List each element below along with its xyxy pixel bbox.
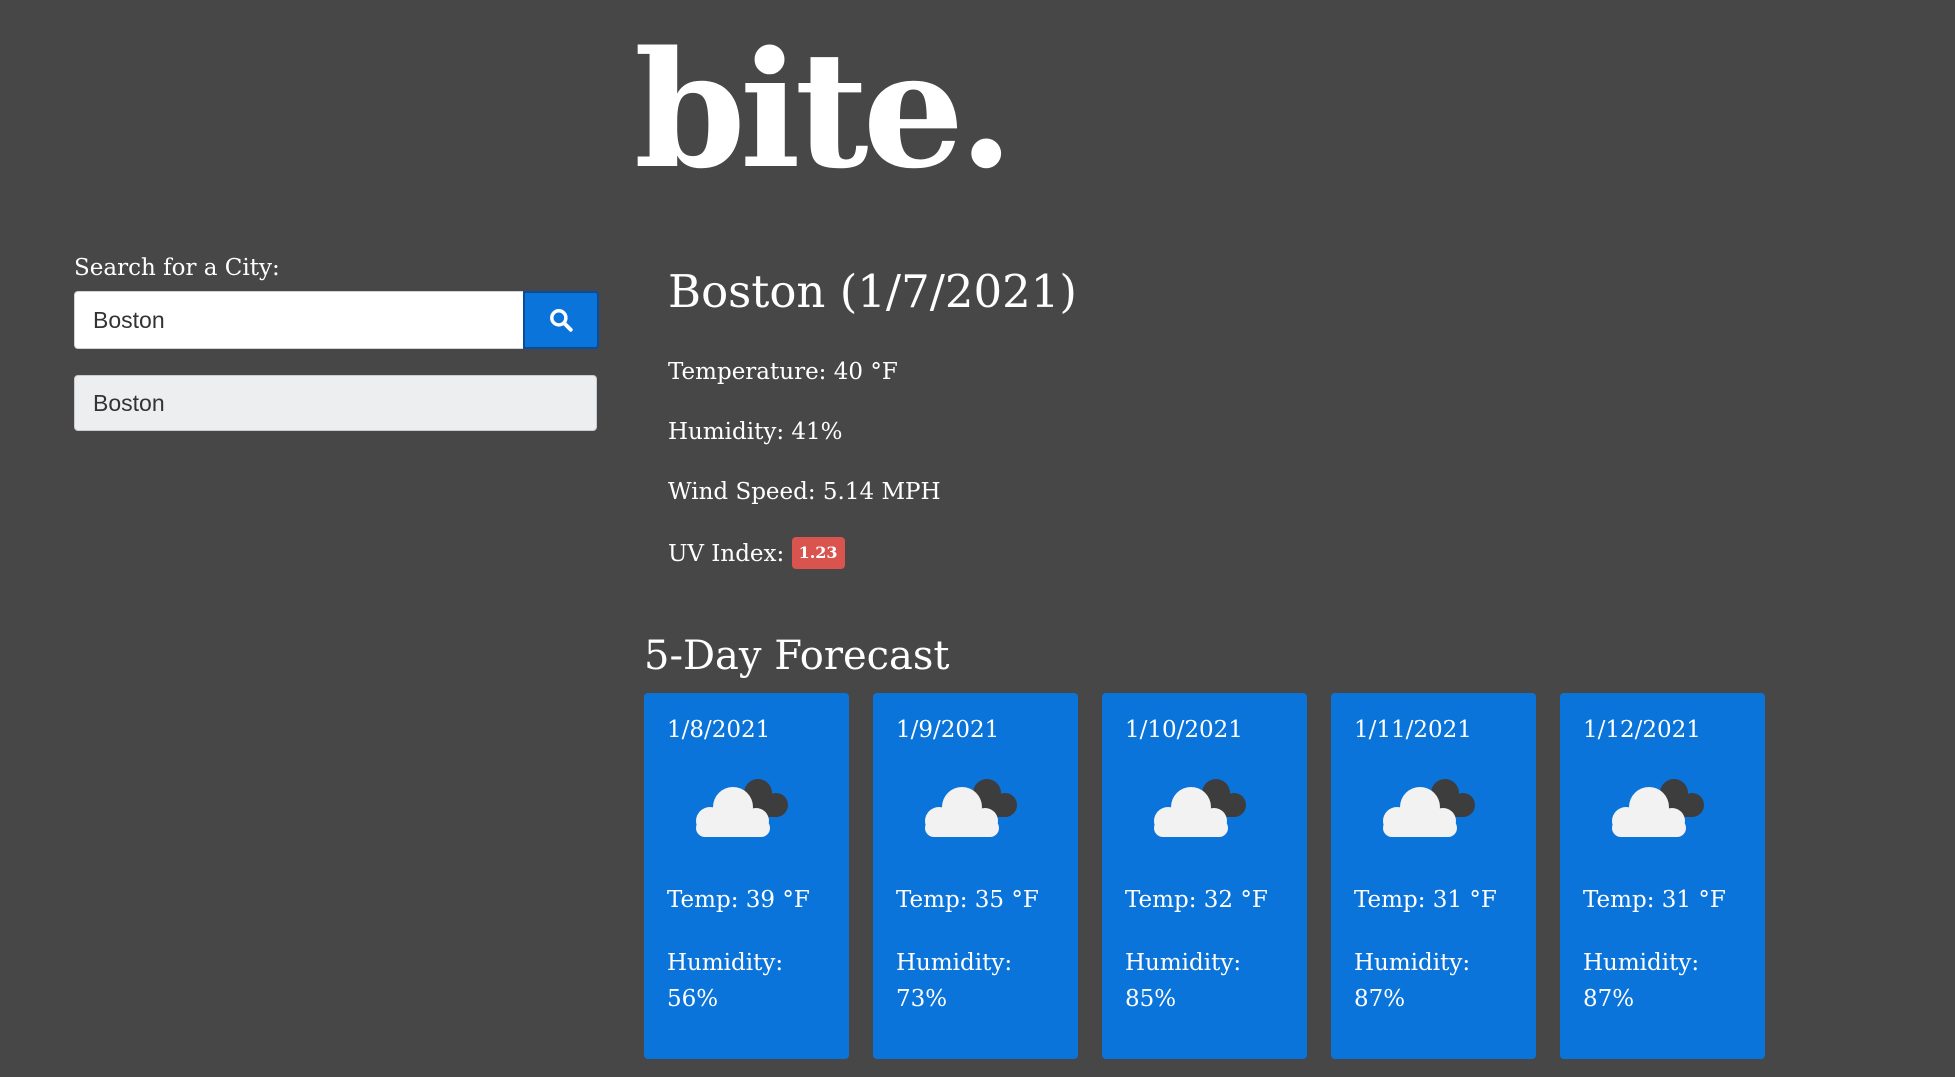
broken-clouds-icon <box>1383 779 1475 837</box>
forecast-temp: Temp: 32 °F <box>1125 887 1268 913</box>
forecast-humidity: Humidity: 87% <box>1583 950 1700 1012</box>
forecast-temp: Temp: 31 °F <box>1583 887 1726 913</box>
forecast-card: 1/8/2021 Temp: 39 °F Humidity: 56% <box>644 693 849 1059</box>
forecast-row: 1/8/2021 Temp: 39 °F Humidity: 56% 1/9/2… <box>644 693 1765 1059</box>
broken-clouds-icon <box>925 779 1017 837</box>
forecast-humidity: Humidity: 87% <box>1354 950 1471 1012</box>
uv-index-badge: 1.23 <box>791 537 845 569</box>
uv-index-label: UV Index: <box>668 541 785 567</box>
search-button[interactable] <box>523 291 599 349</box>
forecast-card: 1/9/2021 Temp: 35 °F Humidity: 73% <box>873 693 1078 1059</box>
uv-index-row: UV Index: 1.23 <box>668 537 1077 571</box>
search-input[interactable] <box>74 291 523 349</box>
broken-clouds-icon <box>696 779 788 837</box>
forecast-temp: Temp: 31 °F <box>1354 887 1497 913</box>
forecast-date: 1/11/2021 <box>1354 717 1472 743</box>
forecast-date: 1/10/2021 <box>1125 717 1243 743</box>
forecast-humidity: Humidity: 73% <box>896 950 1013 1012</box>
current-weather: Boston (1/7/2021) Temperature: 40 °F Hum… <box>668 265 1077 605</box>
wind-speed-text: Wind Speed: 5.14 MPH <box>668 479 941 505</box>
forecast-date: 1/8/2021 <box>667 717 771 743</box>
broken-clouds-icon <box>1154 779 1246 837</box>
forecast-card: 1/11/2021 Temp: 31 °F Humidity: 87% <box>1331 693 1536 1059</box>
forecast-date: 1/12/2021 <box>1583 717 1701 743</box>
humidity-text: Humidity: 41% <box>668 419 843 445</box>
search-row <box>74 291 599 349</box>
brand-logo: bite. <box>634 16 1014 204</box>
forecast-humidity: Humidity: 56% <box>667 950 784 1012</box>
broken-clouds-icon <box>1612 779 1704 837</box>
forecast-card: 1/12/2021 Temp: 31 °F Humidity: 87% <box>1560 693 1765 1059</box>
search-label: Search for a City: <box>74 255 280 281</box>
history-item-boston[interactable]: Boston <box>74 375 597 431</box>
sidebar: Search for a City: Boston <box>74 255 599 431</box>
forecast-title: 5-Day Forecast <box>644 633 950 679</box>
forecast-humidity: Humidity: 85% <box>1125 950 1242 1012</box>
forecast-temp: Temp: 39 °F <box>667 887 810 913</box>
city-title: Boston (1/7/2021) <box>668 265 1077 318</box>
search-icon <box>550 309 573 332</box>
forecast-date: 1/9/2021 <box>896 717 1000 743</box>
temperature-text: Temperature: 40 °F <box>668 359 898 385</box>
forecast-card: 1/10/2021 Temp: 32 °F Humidity: 85% <box>1102 693 1307 1059</box>
forecast-temp: Temp: 35 °F <box>896 887 1039 913</box>
